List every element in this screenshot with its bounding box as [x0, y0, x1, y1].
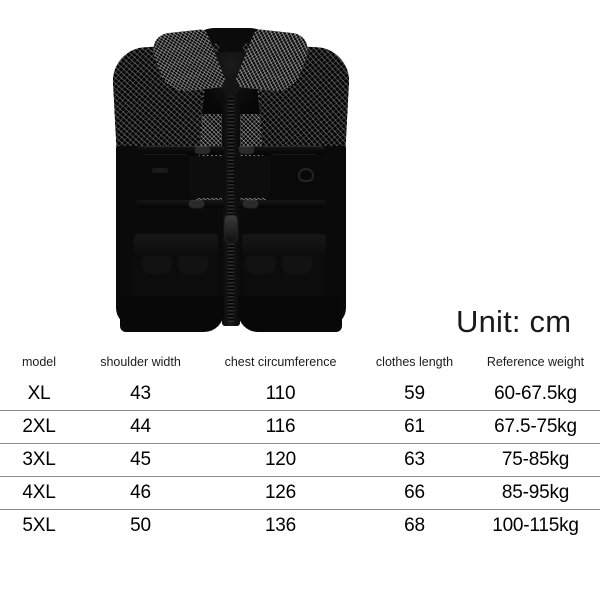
cell-shoulder-width: 43	[130, 383, 151, 404]
cell-shoulder-width: 46	[78, 476, 203, 510]
cell-model: 3XL	[0, 443, 78, 477]
table-row: 4XL 46 126 66 85-95kg	[0, 476, 600, 510]
cell-clothes-length: 61	[358, 410, 471, 444]
table-row: 3XL 45 120 63 75-85kg	[0, 443, 600, 477]
flap-pocket-inner-left	[190, 156, 226, 198]
cell-chest-circumference: 126	[203, 476, 358, 510]
cell-model: 5XL	[0, 509, 78, 542]
column-header-reference-weight: Reference weight	[486, 355, 585, 369]
cell-reference-weight: 67.5-75kg	[471, 410, 600, 444]
cargo-tab-right-a	[246, 256, 276, 274]
cell-reference-weight: 100-115kg	[471, 509, 600, 542]
unit-label: Unit: cm	[456, 304, 572, 339]
zipper-slider-left-mid	[190, 201, 203, 207]
cell-clothes-length: 59	[404, 383, 425, 404]
vest-illustration	[111, 28, 351, 336]
cargo-tab-left-b	[178, 256, 208, 274]
table-row: XL 43 110 59 60-67.5kg	[0, 378, 600, 411]
cell-chest-circumference: 116	[203, 410, 358, 444]
webbing-loop	[152, 168, 168, 173]
mid-zip-pocket-left	[136, 200, 224, 208]
column-header-model: model	[21, 355, 57, 369]
cell-clothes-length: 63	[358, 443, 471, 477]
hem-left	[120, 296, 224, 332]
cell-model: 2XL	[0, 410, 78, 444]
cell-shoulder-width: 44	[78, 410, 203, 444]
table-row: 2XL 44 116 61 67.5-75kg	[0, 410, 600, 444]
cell-clothes-length: 68	[358, 509, 471, 542]
product-photo	[0, 0, 600, 340]
zipper-top-stop	[223, 80, 239, 93]
cell-reference-weight: 85-95kg	[471, 476, 600, 510]
flap-pocket-inner-right	[234, 156, 270, 198]
cell-shoulder-width: 45	[78, 443, 203, 477]
cell-reference-weight: 75-85kg	[471, 443, 600, 477]
cell-model: 4XL	[0, 476, 78, 510]
zipper-slider-left-chest	[196, 147, 209, 153]
column-header-chest-circumference: chest circumference	[224, 355, 337, 369]
flap-pocket-upper-left	[142, 154, 188, 200]
hem-right	[238, 296, 342, 332]
table-row: 5XL 50 136 68 100-115kg	[0, 509, 600, 542]
size-chart-table: model shoulder width chest circumference…	[0, 346, 600, 542]
cell-clothes-length: 66	[358, 476, 471, 510]
zipper-slider-right-mid	[244, 201, 257, 207]
zipper-teeth	[228, 98, 234, 322]
cell-chest-circumference: 120	[203, 443, 358, 477]
cell-reference-weight: 60-67.5kg	[494, 383, 577, 404]
table-header-row: model shoulder width chest circumference…	[0, 346, 600, 378]
zipper-pull-icon	[225, 216, 237, 242]
column-header-shoulder-width: shoulder width	[100, 355, 181, 369]
cargo-tab-right-b	[282, 256, 312, 274]
cell-shoulder-width: 50	[78, 509, 203, 542]
d-ring-icon	[298, 168, 314, 182]
cell-model: XL	[27, 383, 51, 404]
column-header-clothes-length: clothes length	[375, 355, 454, 369]
cell-chest-circumference: 110	[265, 383, 296, 404]
cargo-tab-left-a	[142, 256, 172, 274]
cell-chest-circumference: 136	[203, 509, 358, 542]
zipper-slider-right-chest	[240, 147, 253, 153]
